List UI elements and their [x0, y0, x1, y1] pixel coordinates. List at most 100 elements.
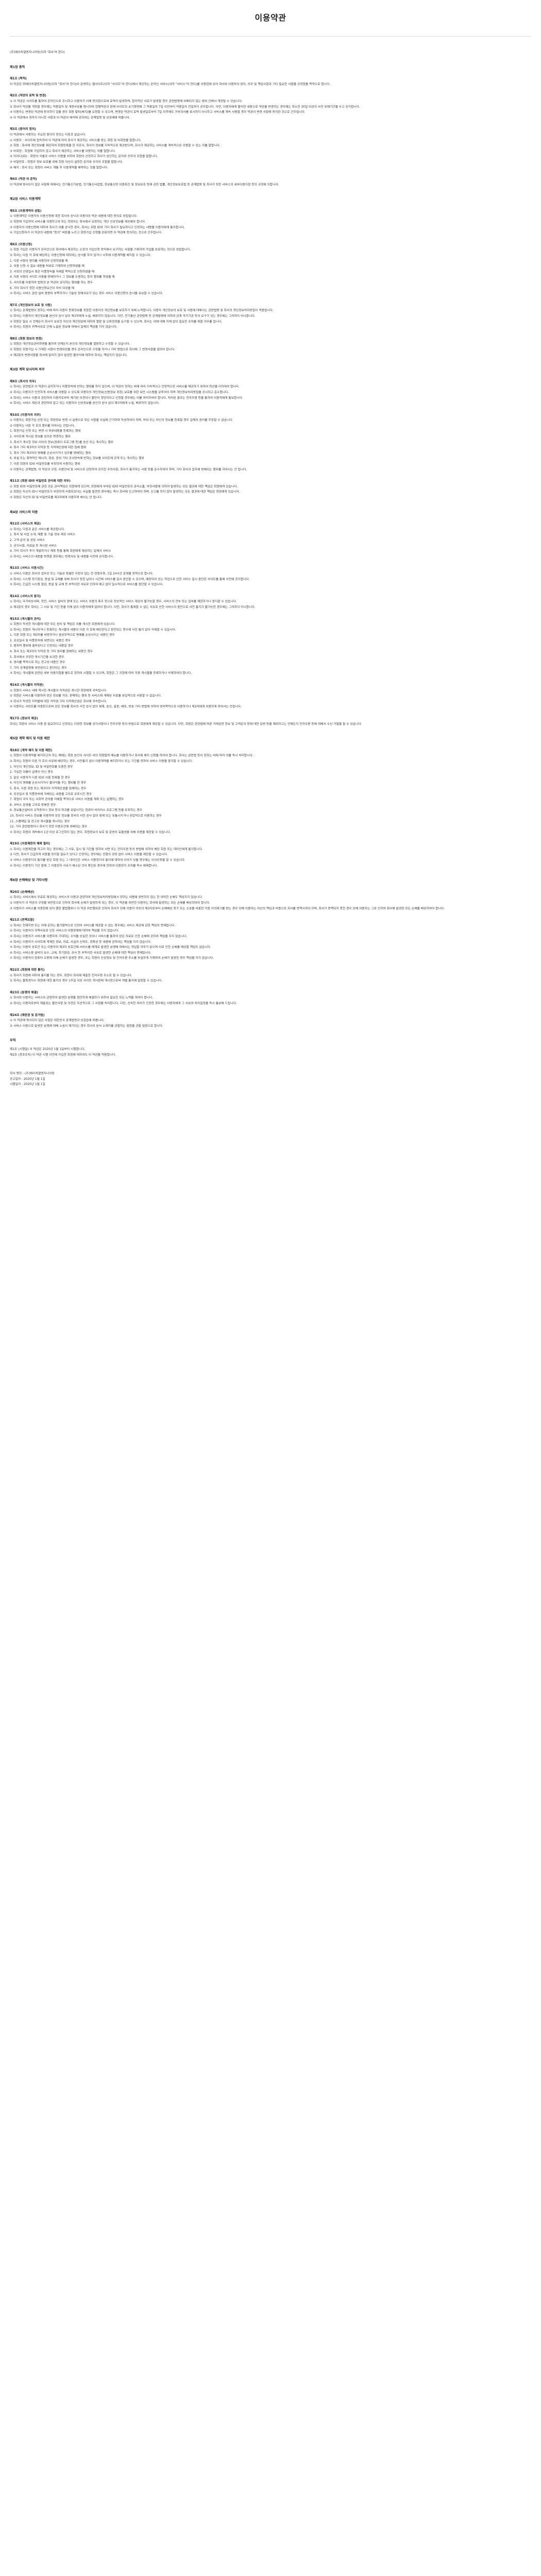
article-heading: 제17조 (정보의 제공)	[10, 717, 38, 720]
article-subitem: 7. 회원이 국익 또는 사회적 공익을 저해할 목적으로 서비스 이용을 계획…	[10, 798, 124, 802]
terms-body: (주)에이치엘엔지니어링(이하 '회사'라 한다) 제1장 총칙제1조 (목적)…	[10, 37, 531, 1088]
article-subitem: 6. 영리를 목적으로 하는 광고성 내용인 경우	[10, 661, 65, 665]
article-subitem: 1. 회원가입 신청 또는 변경 시 허위내용을 등록하는 행위	[10, 430, 81, 433]
article-clause: ① 이 약관에 명시되지 않은 사항은 대한민국 관계법령과 상관습에 따릅니다…	[10, 1019, 105, 1023]
article-subitem: 2. 고객 문의 및 상담 서비스	[10, 538, 45, 542]
article-heading: 제16조 (게시물의 저작권)	[10, 684, 44, 687]
article-clause: ① 회사가 회원에 대하여 통지를 하는 경우, 회원이 회사에 제출한 전자우…	[10, 974, 132, 977]
article-heading: 제4조 (약관 외 준칙)	[10, 178, 37, 181]
article-clause: ③ 회원은 자신의 ID 및 비밀번호를 제3자에게 이용하게 해서는 안 됩니…	[10, 496, 103, 499]
article-subitem: 6. 공공질서 및 미풍양속에 저해되는 내용을 고의로 유포시킨 경우	[10, 792, 92, 796]
article-clause: ③ 회사는 서비스 관련 설비 용량이 부족하거나 기술상 장애사유가 있는 경…	[10, 292, 163, 296]
signature-block: 회사 명칭 : (주)에이치엘엔지니어링 공고일자 : 2020년 1월 1일 …	[10, 1071, 531, 1088]
article-clause: ① 이용계약은 이용자의 이용신청에 대한 회사의 승낙과 이용자의 약관 내용…	[10, 215, 138, 218]
article-subitem: 5. 회사, 다른 회원 또는 제3자의 지적재산권을 침해하는 경우	[10, 787, 87, 790]
announce-date: 공고일자 : 2020년 1월 1일	[10, 1077, 45, 1081]
article-clause: ③ 제2항의 변경사항을 회사에 알리지 않아 발생한 불이익에 대하여 회사는…	[10, 353, 128, 357]
article-clause: ④ 회사는 이용정지 기간 중에 그 이용정지 사유가 해소된 것이 확인된 경…	[10, 864, 158, 868]
chapter-heading: 제3장 계약 당사자의 의무	[10, 368, 45, 372]
article-heading: 제2조 (약관의 효력 및 변경)	[10, 94, 46, 98]
article-heading: 제14조 (서비스의 중지)	[10, 595, 41, 598]
article-clause: ④ 회사는 이용자가 사이트에 게재한 정보, 자료, 사실의 신뢰도, 정확성…	[10, 940, 151, 944]
article-heading: 제24조 (재판권 및 준거법)	[10, 1013, 45, 1017]
addendum-line: 제2조 (경과조치) 이 약관 시행 이전에 가입한 회원에 대하여도 이 약관…	[10, 1053, 116, 1057]
article-clause: ① 회원이 작성한 게시물에 대한 모든 권리 및 책임은 이를 게시한 회원에…	[10, 623, 116, 626]
article-clause: ③ 회사는 서비스 이용과 관련하여 이용자로부터 제기된 의견이나 불만이 정…	[10, 396, 243, 400]
article-clause: ③ 회원은 필요 시 언제든지 회사가 보유한 자신의 개인정보에 대하여 열람…	[10, 320, 223, 324]
article-subitem: 3. 회사가 게시한 정보 이외의 정보(컴퓨터 프로그램 등)를 송신 또는 …	[10, 440, 113, 444]
article-heading: 제10조 (이용자의 의무)	[10, 413, 41, 417]
article-clause: ① 회사는 관련법과 이 약관이 금지하거나 미풍양속에 반하는 행위를 하지 …	[10, 385, 240, 389]
article-paragraph: 이 약관은 ㈜에이치엘엔지니어링(이하 "회사"라 한다)이 운영하는 웹사이트…	[10, 82, 331, 86]
article-subitem: 2. 이용 신청 시 필요 내용을 허위로 기재하여 신청하였을 때	[10, 265, 84, 268]
chapter-heading: 제4장 서비스의 이용	[10, 510, 38, 514]
article-clause: ③ 서비스 이용정지의 통지를 받은 회원 또는 그 대리인은 서비스 이용정지…	[10, 859, 185, 862]
article-clause: ③ 회사는 회원이 계속해서 1년 이상 로그인하지 않는 경우, 회원정보의 …	[10, 831, 171, 834]
article-subitem: 2. 가입한 이름이 실명이 아닌 경우	[10, 771, 54, 774]
article-clause: ④ 가입신청자가 이 약관의 내용에 "동의" 버튼을 누르고 회원가입 신청을…	[10, 231, 163, 235]
article-clause: ② 제1항의 경우 회사는 그 사유 및 기간 등을 지체 없이 이용자에게 알…	[10, 605, 256, 609]
article-heading: 제11조 (회원 ID와 비밀번호 관리에 대한 의무)	[10, 480, 71, 483]
article-heading: 제13조 (서비스 이용시간)	[10, 567, 44, 570]
article-clause: ④ 회사는 서비스 제공과 관련하여 알고 있는 이용자의 신상정보를 본인의 …	[10, 402, 160, 405]
article-clause: ② 회사는 이용자가 안전하게 서비스를 이용할 수 있도록 이용자의 개인정보…	[10, 391, 229, 394]
article-clause: ① 회원 가입은 이용자가 온라인으로 회사에서 제공하는 소정의 가입신청 양…	[10, 248, 191, 252]
article-clause: ④ 회사는 회원의 귀책사유로 인해 노출된 정보에 대해서 일체의 책임을 지…	[10, 326, 117, 329]
article-clause: ② 회사는 회원이 게시하거나 등록하는 게시물의 내용이 다음 각 호에 해당…	[10, 628, 176, 632]
article-heading: 제8조 (회원 정보의 변경)	[10, 337, 43, 341]
chapter-heading: 제1장 총칙	[10, 65, 25, 69]
article-subitem: 3. 공지사항, 자료실 등 게시판 서비스	[10, 544, 57, 548]
article-clause: ③ 이용자는 관계법령, 이 약관의 규정, 이용안내 및 서비스와 관련하여 …	[10, 468, 247, 471]
article-subitem: 4. 회사 기타 제3자의 저작권 등 지적재산권에 대한 침해 행위	[10, 446, 87, 450]
chapter-heading: 제2장 서비스 이용계약	[10, 197, 41, 201]
page-title: 이용약관	[255, 12, 286, 23]
article-clause: ① 회사는 관계법령이 정하는 바에 따라 이용자 등록정보를 포함한 이용자의…	[10, 309, 274, 313]
article-clause: ③ 회사가 작성한 저작물에 대한 저작권 기타 지적재산권은 회사에 귀속합니…	[10, 700, 107, 703]
article-subitem: 6. 외설 또는 폭력적인 메시지, 화상, 음성 기타 공서양속에 반하는 정…	[10, 457, 144, 461]
article-clause: ⑥ 해지 : 회사 또는 회원이 서비스 개통 후 이용계약을 해약하는 것을 …	[10, 166, 109, 170]
article-paragraph: 회사는 회원이 서비스 이용 중 필요하다고 인정되는 다양한 정보를 공지사항…	[10, 722, 362, 726]
article-clause: ① 회원 ID와 비밀번호에 관한 모든 관리책임은 회원에게 있으며, 회원에…	[10, 485, 238, 488]
article-subitem: 5. 사이트를 이용하여 법령과 본 약관이 금지하는 행위를 하는 경우	[10, 281, 93, 284]
company-name: 회사 명칭 : (주)에이치엘엔지니어링	[10, 1072, 55, 1076]
addendum-heading: 부칙	[10, 1039, 16, 1043]
article-clause: ③ 회사는 이용자가 서비스를 이용하여 기대하는 수익을 상실한 것이나 서비…	[10, 935, 188, 938]
article-heading: 제9조 (회사의 의무)	[10, 380, 36, 383]
article-clause: ② 회사는 서비스의 내용을 변경할 경우에는 변경사유 및 내용을 사전에 공…	[10, 555, 114, 558]
article-heading: 제15조 (게시물의 관리)	[10, 617, 41, 621]
article-clause: ① 회원이 이용계약을 해지하고자 하는 때에는 회원 본인이 사이트 내의 회…	[10, 754, 253, 758]
article-clause: ④ 아이디(ID) : 회원의 식별과 서비스 이용을 위하여 회원이 선정하고…	[10, 155, 158, 159]
article-clause: ① 회사는 다음과 같은 서비스를 제공합니다.	[10, 528, 65, 531]
article-subitem: 5. 회사 기타 제3자의 명예를 손상시키거나 업무를 방해하는 행위	[10, 451, 91, 455]
article-subitem: 2. 공공질서 및 미풍양속에 위반되는 내용인 경우	[10, 639, 71, 642]
article-clause: ② 회사는 다음 각 호에 해당하는 이용신청에 대하여는 승낙을 하지 않거나…	[10, 254, 151, 258]
article-clause: ② 회원은 회원가입 시 기재한 사항이 변경되었을 경우 온라인으로 수정을 …	[10, 348, 176, 351]
article-clause: ① 이 약관은 사이트를 통하여 온라인으로 공시하고 이용자가 이에 동의함으…	[10, 99, 243, 103]
article-subitem: 9. 정보통신설비의 오작동이나 정보 등의 파괴를 유발시키는 컴퓨터 바이러…	[10, 809, 142, 812]
article-clause: ① 회사는 이용제한을 하고자 하는 경우에는 그 사유, 일시 및 기간을 정…	[10, 848, 203, 851]
article-heading: 제22조 (회원에 대한 통지)	[10, 968, 45, 972]
article-clause: ② 다만, 회사가 긴급하게 이용을 정지할 필요가 있다고 인정하는 경우에는…	[10, 853, 168, 857]
article-subitem: 1. 타인의 개인정보, ID 및 비밀번호를 도용한 경우	[10, 765, 73, 769]
article-subitem: 3. 사회의 안녕질서 혹은 미풍양속을 저해할 목적으로 신청하였을 때	[10, 270, 95, 274]
article-heading: 제7조 (개인정보의 보호 및 사용)	[10, 303, 52, 307]
article-clause: ② 회사는 이용자의 개인정보를 본인의 승낙 없이 제3자에게 누설, 배포하…	[10, 314, 256, 318]
article-clause: ② 회사는 회원이 다음 각 호의 사유에 해당하는 경우, 사전통지 없이 이…	[10, 759, 193, 763]
article-clause: ④ 이 약관에서 정하지 아니한 사항과 이 약관의 해석에 관하여는 관계법령…	[10, 116, 130, 120]
terms-content: 제1장 총칙제1조 (목적) 이 약관은 ㈜에이치엘엔지니어링(이하 "회사"라 …	[10, 65, 531, 1029]
article-clause: ② 회원에 가입하여 서비스를 이용하고자 하는 희망자는 회사에서 요청하는 …	[10, 221, 146, 224]
article-subitem: 1. 다른 사람의 명의를 사용하여 신청하였을 때	[10, 259, 68, 263]
intro-text: (주)에이치엘엔지니어링(이하 '회사'라 한다)	[10, 51, 65, 54]
article-clause: ③ 이용자는 변경된 약관에 동의하지 않을 경우 회원 탈퇴(해지)를 요청할…	[10, 111, 306, 114]
article-subitem: 7. 다른 회원의 ID와 비밀번호를 부정하게 사용하는 행위	[10, 463, 80, 466]
article-clause: ② 회원 : 회사에 개인정보를 제공하여 회원등록을 한 자로서, 회사의 정…	[10, 144, 221, 148]
article-clause: ⑤ 비밀번호 : 회원의 정보 보호를 위해 회원 자신이 설정한 문자와 숫자…	[10, 160, 123, 164]
article-clause: ① 회원은 개인정보관리화면을 통하여 언제든지 본인의 개인정보를 열람하고 …	[10, 343, 130, 346]
article-heading: 제12조 (서비스의 제공)	[10, 522, 41, 526]
article-heading: 제6조 (이용신청)	[10, 243, 32, 246]
article-clause: ⑥ 회사는 서비스용 설비의 보수, 교체, 정기점검, 공사 등 부득이한 사…	[10, 951, 151, 955]
article-subitem: 4. 회사 또는 제3자의 저작권 등 기타 권리를 침해하는 내용인 경우	[10, 650, 93, 654]
article-subitem: 7. 기타 관계법령에 위반된다고 판단되는 경우	[10, 666, 67, 670]
article-heading: 제1조 (목적)	[10, 77, 27, 81]
article-clause: ② 이용자는 다음 각 호의 행위를 하여서는 안됩니다.	[10, 424, 75, 428]
